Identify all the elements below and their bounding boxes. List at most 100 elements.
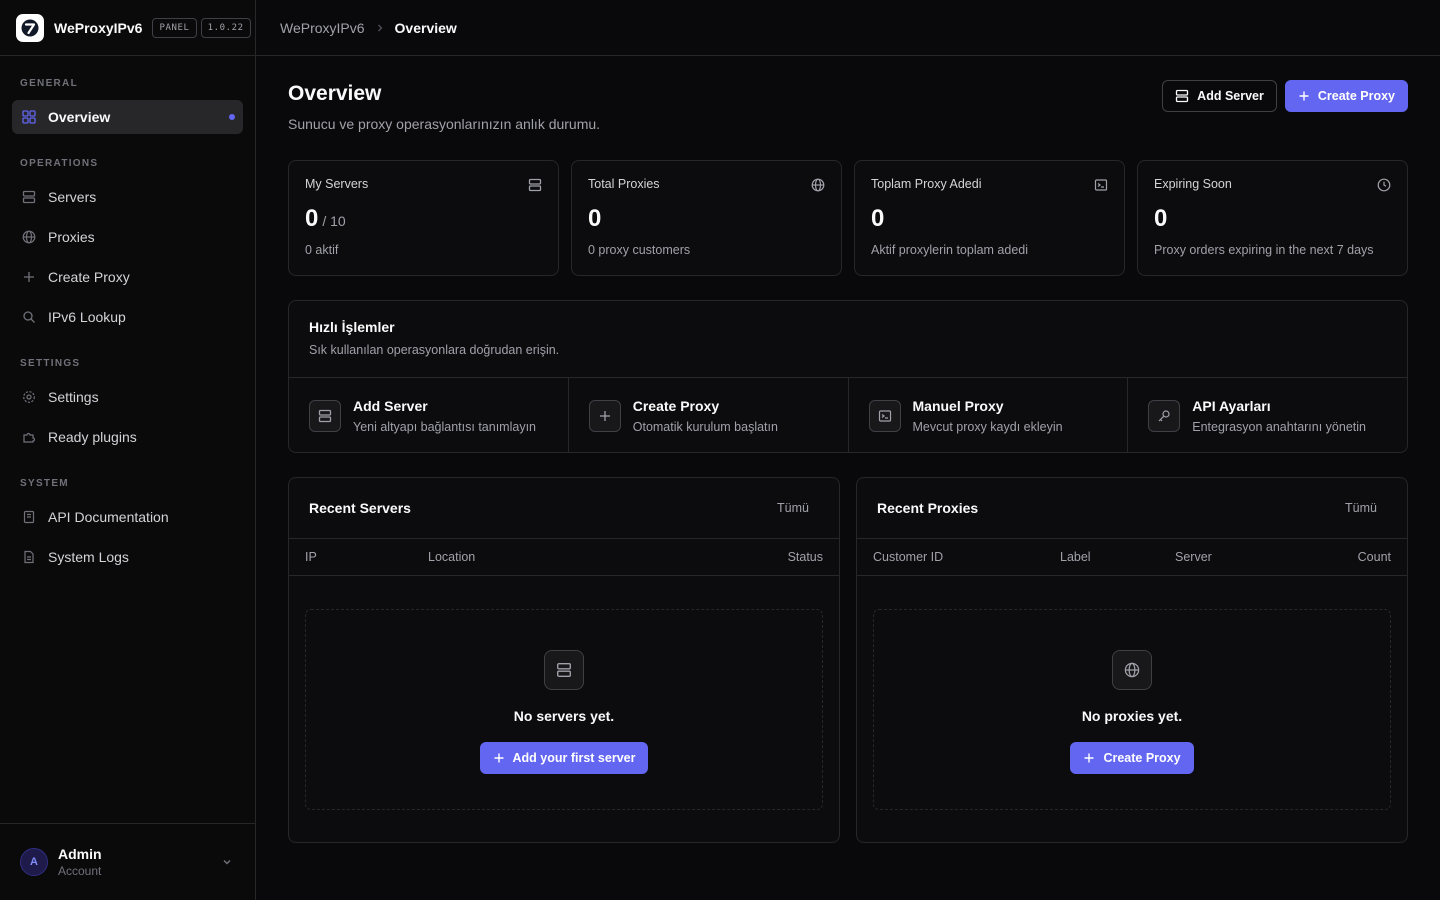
sidebar-item-label: Create Proxy — [48, 269, 130, 285]
plus-icon — [588, 399, 621, 432]
quick-actions-title: Hızlı İşlemler — [309, 319, 395, 335]
terminal-icon — [868, 399, 901, 432]
breadcrumb-root-link[interactable]: WeProxyIPv6 — [280, 20, 365, 36]
brand-header: WeProxyIPv6 PANEL 1.0.22 — [0, 0, 255, 56]
create-proxy-empty-button[interactable]: Create Proxy — [1070, 742, 1194, 774]
sidebar: WeProxyIPv6 PANEL 1.0.22 GENERAL Overvie… — [0, 0, 256, 900]
add-first-server-button[interactable]: Add your first server — [479, 742, 649, 774]
sidebar-item-system-logs[interactable]: System Logs — [12, 540, 243, 574]
puzzle-icon — [22, 430, 36, 444]
empty-state-servers: No servers yet. Add your first server — [305, 609, 823, 810]
column-header-label[interactable]: Label — [1060, 550, 1091, 564]
page-title: Overview — [288, 82, 382, 105]
terminal-icon — [1094, 178, 1108, 192]
breadcrumb: WeProxyIPv6 Overview — [256, 0, 1440, 56]
page-header: Overview Sunucu ve proxy operasyonlarını… — [288, 56, 1408, 160]
quick-action-manual-proxy[interactable]: Manuel Proxy Mevcut proxy kaydı ekleyin — [849, 378, 1129, 452]
search-icon — [22, 310, 36, 324]
plus-icon — [1298, 90, 1310, 102]
sidebar-item-label: API Documentation — [48, 509, 169, 525]
stat-note: Aktif proxylerin toplam adedi — [871, 243, 1029, 257]
sidebar-item-label: Servers — [48, 189, 97, 205]
quick-actions-card: Hızlı İşlemler Sık kullanılan operasyonl… — [288, 300, 1408, 453]
file-icon — [22, 550, 36, 564]
stat-label: My Servers — [305, 177, 369, 191]
grid-icon — [22, 110, 36, 124]
stat-value: 0 — [871, 205, 885, 232]
add-first-server-label: Add your first server — [512, 751, 636, 765]
sidebar-item-label: Overview — [48, 109, 111, 125]
sidebar-item-api-documentation[interactable]: API Documentation — [12, 500, 243, 534]
active-indicator-dot — [229, 114, 235, 120]
quick-action-title: Manuel Proxy — [912, 397, 1004, 414]
add-server-button[interactable]: Add Server — [1162, 80, 1277, 112]
sidebar-item-proxies[interactable]: Proxies — [12, 220, 243, 254]
server-icon — [22, 190, 36, 204]
stat-note: Proxy orders expiring in the next 7 days — [1154, 243, 1374, 257]
section-label-system: SYSTEM — [20, 477, 69, 489]
globe-icon — [1112, 650, 1152, 690]
avatar: A — [20, 848, 48, 876]
column-header-status[interactable]: Status — [788, 550, 823, 564]
quick-action-create-proxy[interactable]: Create Proxy Otomatik kurulum başlatın — [569, 378, 849, 452]
column-header-location[interactable]: Location — [428, 550, 475, 564]
sidebar-item-label: IPv6 Lookup — [48, 309, 126, 325]
stat-card-total-proxies: Total Proxies 0 0 proxy customers — [571, 160, 842, 276]
nav-group-system: SYSTEM API Documentation System Logs — [12, 472, 243, 574]
column-header-count[interactable]: Count — [1358, 550, 1391, 564]
main-content: Overview Sunucu ve proxy operasyonlarını… — [288, 56, 1408, 843]
create-proxy-label: Create Proxy — [1317, 89, 1395, 103]
key-icon — [1148, 399, 1181, 432]
plus-icon — [22, 270, 36, 284]
sidebar-item-ready-plugins[interactable]: Ready plugins — [12, 420, 243, 454]
plus-icon — [1083, 752, 1095, 764]
recent-proxies-panel: Recent Proxies Tümü Customer ID Label Se… — [856, 477, 1408, 843]
quick-action-subtitle: Otomatik kurulum başlatın — [632, 419, 778, 434]
column-header-ip[interactable]: IP — [305, 550, 317, 564]
stat-note: 0 aktif — [305, 243, 339, 257]
page-subtitle: Sunucu ve proxy operasyonlarınızın anlık… — [288, 116, 601, 132]
view-all-servers-link[interactable]: Tümü — [777, 501, 809, 515]
quick-action-add-server[interactable]: Add Server Yeni altyapı bağlantısı tanım… — [289, 378, 569, 452]
panel-title: Recent Servers — [309, 500, 411, 516]
panel-badge: PANEL — [152, 17, 197, 38]
table-header: Customer ID Label Server Count — [857, 539, 1407, 576]
quick-action-subtitle: Mevcut proxy kaydı ekleyin — [912, 419, 1063, 434]
recent-panels: Recent Servers Tümü IP Location Status N… — [288, 477, 1408, 843]
column-header-server[interactable]: Server — [1175, 550, 1212, 564]
globe-icon — [811, 178, 825, 192]
quick-action-subtitle: Entegrasyon anahtarını yönetin — [1192, 419, 1366, 434]
column-header-customer-id[interactable]: Customer ID — [873, 550, 943, 564]
empty-state-text: No servers yet. — [513, 708, 615, 724]
sidebar-item-settings[interactable]: Settings — [12, 380, 243, 414]
create-proxy-button[interactable]: Create Proxy — [1284, 80, 1408, 112]
quick-action-title: Add Server — [353, 397, 428, 414]
sidebar-item-servers[interactable]: Servers — [12, 180, 243, 214]
nav-group-settings: SETTINGS Settings Ready plugins — [12, 352, 243, 454]
stat-suffix: / 10 — [322, 213, 346, 229]
view-all-proxies-link[interactable]: Tümü — [1345, 501, 1377, 515]
sidebar-item-create-proxy[interactable]: Create Proxy — [12, 260, 243, 294]
stat-value: 0 — [1154, 205, 1168, 232]
server-icon — [309, 399, 341, 432]
sidebar-item-label: Settings — [48, 389, 99, 405]
sidebar-item-ipv6-lookup[interactable]: IPv6 Lookup — [12, 300, 243, 334]
breadcrumb-current: Overview — [394, 19, 457, 36]
sidebar-item-overview[interactable]: Overview — [12, 100, 243, 134]
quick-action-title: API Ayarları — [1192, 397, 1271, 414]
stat-value: 0 — [588, 205, 602, 232]
user-menu[interactable]: A Admin Account — [0, 823, 255, 900]
section-label-settings: SETTINGS — [20, 357, 81, 369]
user-name: Admin — [58, 846, 102, 862]
quick-action-title: Create Proxy — [632, 397, 720, 414]
logo-icon[interactable] — [16, 13, 44, 42]
plus-icon — [493, 752, 505, 764]
quick-action-api-settings[interactable]: API Ayarları Entegrasyon anahtarını yöne… — [1128, 378, 1407, 452]
chevron-down-icon[interactable] — [221, 856, 233, 868]
sidebar-item-label: Ready plugins — [48, 429, 137, 445]
stat-label: Total Proxies — [588, 177, 660, 191]
nav-group-general: GENERAL Overview — [12, 72, 243, 134]
table-header: IP Location Status — [289, 539, 839, 576]
nav-group-operations: OPERATIONS Servers Proxies Create Proxy — [12, 152, 243, 334]
stat-card-expiring-soon: Expiring Soon 0 Proxy orders expiring in… — [1137, 160, 1408, 276]
